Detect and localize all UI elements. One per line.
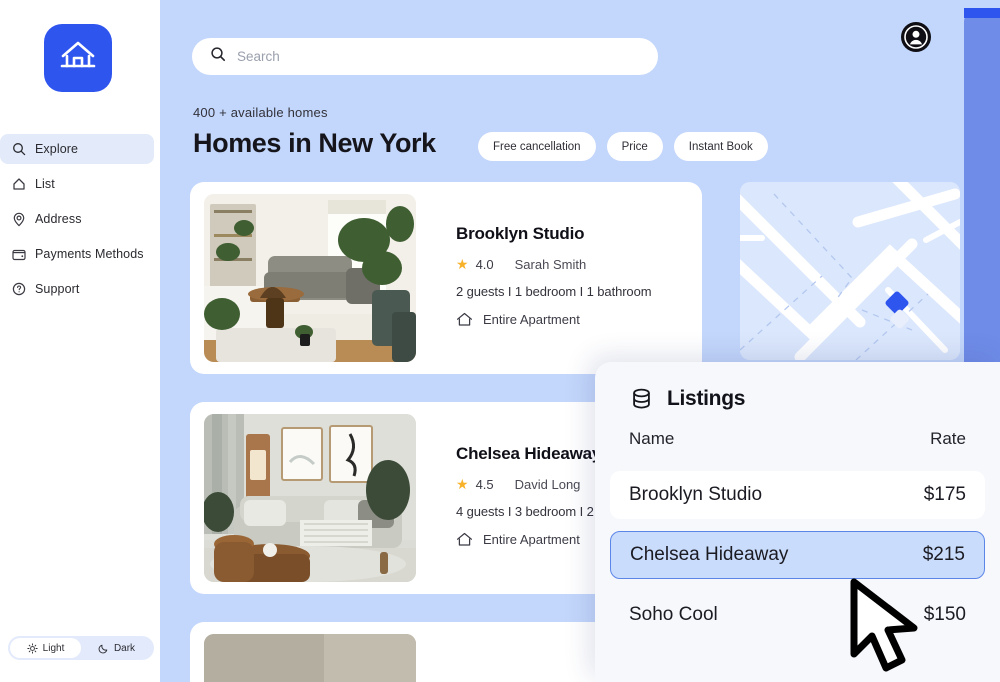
search-bar[interactable] — [192, 38, 658, 75]
listing-row-brooklyn-studio[interactable]: Brooklyn Studio $175 — [610, 471, 985, 519]
tag-icon — [11, 177, 26, 192]
listing-type-label: Entire Apartment — [483, 531, 580, 547]
theme-option-dark[interactable]: Dark — [81, 638, 152, 658]
listings-panel: Listings Name Rate Brooklyn Studio $175 … — [595, 362, 1000, 682]
listings-panel-header: Listings — [595, 362, 1000, 411]
app-logo[interactable] — [44, 24, 112, 92]
secondary-panel-topbar — [964, 8, 1000, 18]
theme-option-label: Dark — [113, 642, 136, 654]
filter-chip-instant-book[interactable]: Instant Book — [673, 132, 768, 161]
listing-meta: 2 guests I 1 bedroom I 1 bathroom — [456, 283, 652, 299]
listings-panel-title: Listings — [667, 386, 746, 410]
page-title: Homes in New York — [193, 128, 436, 158]
listing-row-rate: $175 — [923, 484, 966, 505]
app-root: Explore List Address Payments Methods Su… — [0, 0, 1000, 682]
search-icon — [11, 142, 26, 157]
database-icon — [629, 386, 654, 411]
listing-rating: ★ 4.0 Sarah Smith — [456, 257, 651, 272]
listing-row-name: Chelsea Hideaway — [630, 544, 789, 565]
listing-photo — [204, 414, 416, 582]
search-icon — [210, 46, 226, 67]
listing-row-name: Soho Cool — [629, 604, 718, 625]
rating-value: 4.5 — [475, 476, 494, 492]
listing-info: Brooklyn Studio ★ 4.0 Sarah Smith 2 gues… — [416, 223, 652, 333]
filter-chips: Free cancellation Price Instant Book — [478, 132, 768, 161]
sidebar-item-label: Explore — [35, 142, 79, 156]
sidebar-item-label: Payments Methods — [35, 247, 144, 261]
question-circle-icon — [11, 282, 26, 297]
sidebar-item-list[interactable]: List — [0, 169, 154, 199]
rating-value: 4.0 — [475, 256, 494, 272]
listing-type-label: Entire Apartment — [483, 311, 580, 327]
theme-option-light[interactable]: Light — [10, 638, 81, 658]
listing-row-chelsea-hideaway[interactable]: Chelsea Hideaway $215 — [610, 531, 985, 579]
sidebar-item-label: List — [35, 177, 55, 191]
theme-toggle[interactable]: Light Dark — [8, 636, 154, 660]
moon-icon — [98, 643, 109, 654]
listing-photo — [204, 634, 416, 682]
sidebar-item-address[interactable]: Address — [0, 204, 154, 234]
theme-option-label: Light — [42, 642, 65, 654]
search-input[interactable] — [237, 49, 640, 64]
listing-row-soho-cool[interactable]: Soho Cool $150 — [610, 591, 985, 639]
sun-icon — [27, 642, 38, 654]
sidebar-item-support[interactable]: Support — [0, 274, 154, 304]
column-header-name: Name — [629, 429, 675, 448]
sidebar-item-label: Address — [35, 212, 82, 226]
account-circle-icon[interactable] — [901, 22, 931, 52]
house-icon — [59, 39, 97, 78]
wallet-icon — [11, 247, 26, 262]
sidebar: Explore List Address Payments Methods Su… — [0, 0, 160, 682]
map-card[interactable] — [740, 182, 960, 360]
column-header-rate: Rate — [930, 429, 966, 448]
listing-type: Entire Apartment — [456, 312, 651, 327]
listings-rows: Brooklyn Studio $175 Chelsea Hideaway $2… — [595, 471, 1000, 639]
listing-row-name: Brooklyn Studio — [629, 484, 763, 505]
star-icon: ★ — [456, 256, 469, 272]
available-homes-count: 400 + available homes — [193, 105, 328, 120]
house-outline-icon — [456, 532, 473, 547]
host-name: David Long — [514, 476, 581, 492]
sidebar-item-label: Support — [35, 282, 80, 296]
sidebar-item-payments-methods[interactable]: Payments Methods — [0, 239, 154, 269]
sidebar-item-explore[interactable]: Explore — [0, 134, 154, 164]
listings-column-headers: Name Rate — [595, 411, 1000, 449]
map-pin-icon — [11, 212, 26, 227]
listing-name: Brooklyn Studio — [456, 223, 585, 243]
listing-row-rate: $150 — [923, 604, 966, 625]
filter-chip-free-cancellation[interactable]: Free cancellation — [478, 132, 596, 161]
host-name: Sarah Smith — [514, 256, 587, 272]
sidebar-nav: Explore List Address Payments Methods Su… — [0, 134, 154, 309]
star-icon: ★ — [456, 476, 469, 492]
listing-card[interactable]: Brooklyn Studio ★ 4.0 Sarah Smith 2 gues… — [190, 182, 702, 374]
house-outline-icon — [456, 312, 473, 327]
filter-chip-price[interactable]: Price — [606, 132, 663, 161]
listing-row-rate: $215 — [922, 544, 965, 565]
listing-photo — [204, 194, 416, 362]
